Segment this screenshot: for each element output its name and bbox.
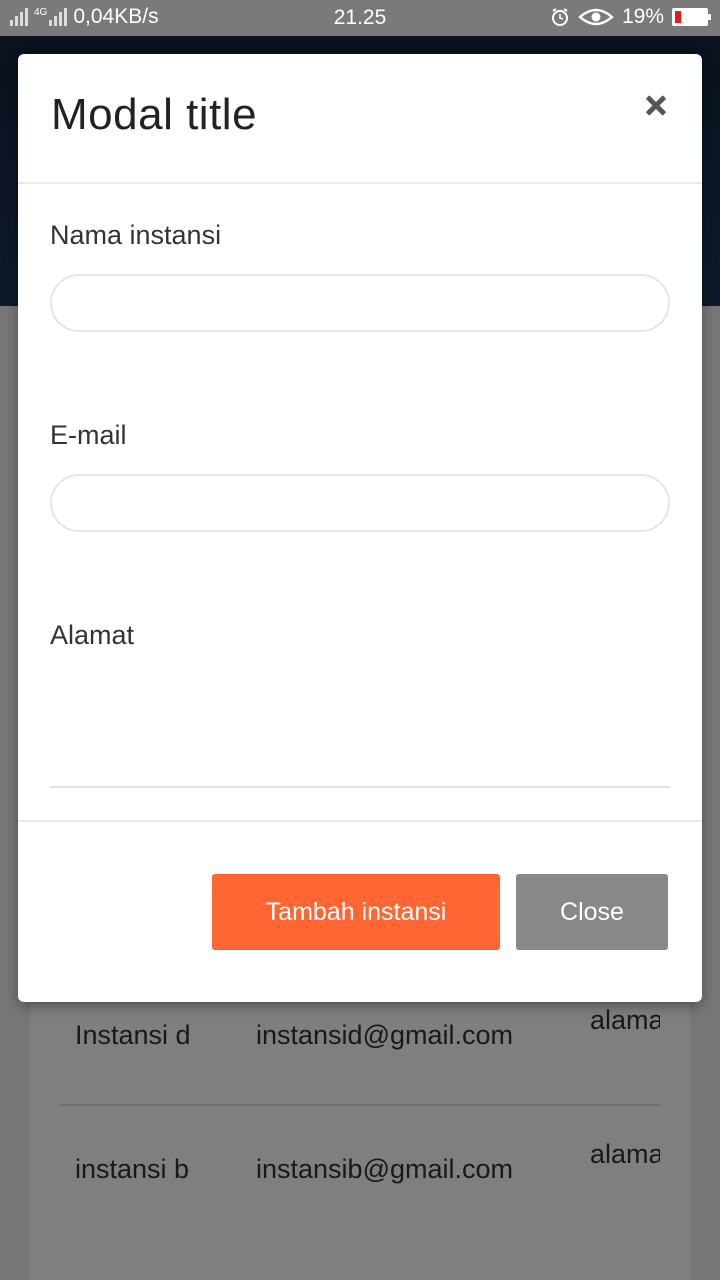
- modal-dialog: Modal title Nama instansi E-mail Alamat …: [18, 54, 702, 1002]
- battery-icon: [672, 8, 711, 26]
- battery-percent: 19%: [621, 5, 664, 28]
- alarm-icon: [551, 8, 568, 26]
- battery-fill: [675, 11, 681, 23]
- modal-footer: Tambah instansi Close: [18, 820, 702, 1002]
- status-right: 19%: [550, 5, 711, 29]
- add-institution-button[interactable]: Tambah instansi: [212, 874, 500, 950]
- address-label: Alamat: [50, 620, 135, 650]
- close-button[interactable]: Close: [516, 874, 668, 950]
- eye-icon: [578, 8, 614, 26]
- close-icon[interactable]: [640, 90, 672, 122]
- email-input[interactable]: [50, 474, 670, 532]
- name-label: Nama instansi: [50, 220, 222, 250]
- address-textarea[interactable]: [50, 724, 670, 788]
- status-bar: 4G 0,04KB/s 21.25 19%: [0, 0, 720, 36]
- email-label: E-mail: [50, 420, 127, 450]
- modal-title: Modal title: [51, 90, 258, 139]
- modal-header: Modal title: [18, 54, 702, 184]
- name-input[interactable]: [50, 274, 670, 332]
